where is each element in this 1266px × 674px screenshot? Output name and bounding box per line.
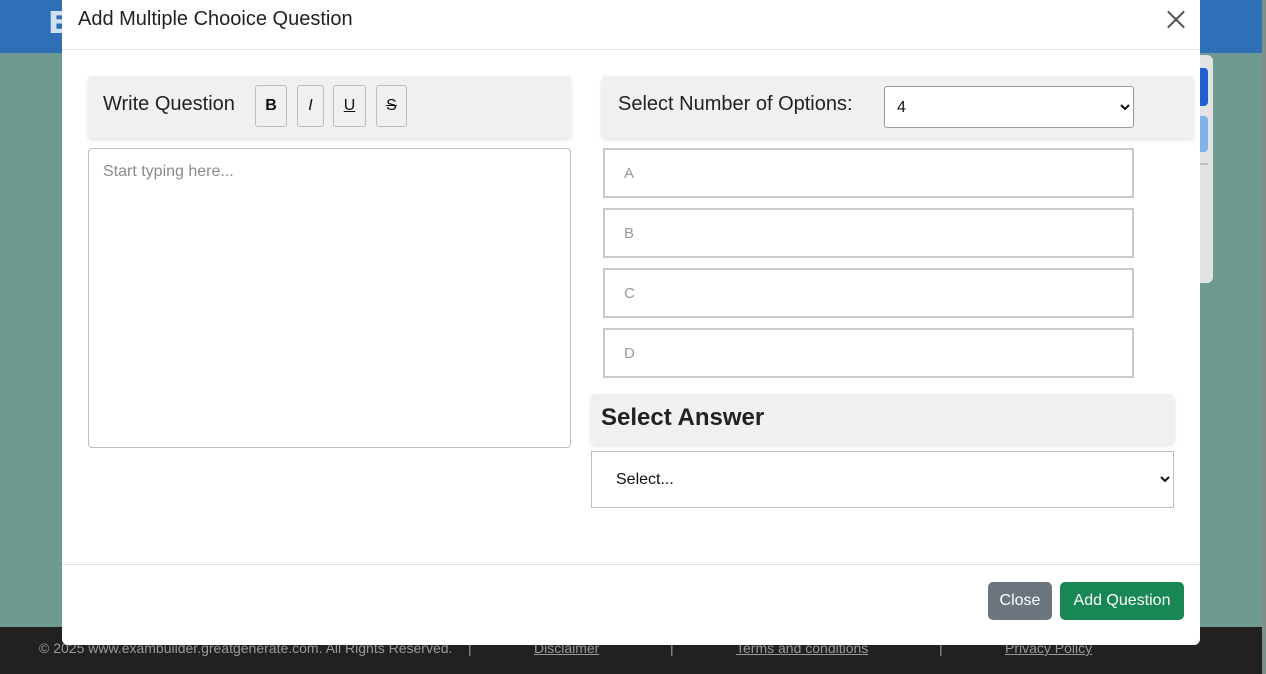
question-heading: Write Question [103, 93, 235, 115]
option-c-input[interactable] [603, 268, 1134, 318]
underline-button[interactable]: U [333, 85, 366, 127]
bold-button[interactable]: B [255, 85, 287, 127]
modal-title: Add Multiple Chooice Question [78, 8, 353, 30]
options-toolbar: Select Number of Options: 4 [602, 76, 1194, 138]
answer-select[interactable]: Select... [591, 451, 1174, 508]
question-editor[interactable] [88, 148, 571, 448]
modal-header: Add Multiple Chooice Question [62, 0, 1200, 50]
option-d-input[interactable] [603, 328, 1134, 378]
option-b-input[interactable] [603, 208, 1134, 258]
add-question-modal: Add Multiple Chooice Question Write Ques… [62, 0, 1200, 645]
option-a-input[interactable] [603, 148, 1134, 198]
options-count-label: Select Number of Options: [618, 93, 853, 115]
add-question-button[interactable]: Add Question [1060, 582, 1184, 620]
answer-header: Select Answer [591, 394, 1174, 444]
question-toolbar: Write Question B I U S [88, 76, 571, 138]
strikethrough-button[interactable]: S [376, 85, 407, 127]
close-button[interactable]: Close [988, 582, 1052, 620]
italic-button[interactable]: I [297, 85, 324, 127]
close-icon[interactable] [1164, 7, 1188, 31]
options-count-select[interactable]: 4 [884, 86, 1134, 128]
answer-heading: Select Answer [601, 404, 765, 431]
modal-footer: Close Add Question [62, 564, 1200, 645]
page-scrollbar[interactable] [1262, 0, 1266, 674]
